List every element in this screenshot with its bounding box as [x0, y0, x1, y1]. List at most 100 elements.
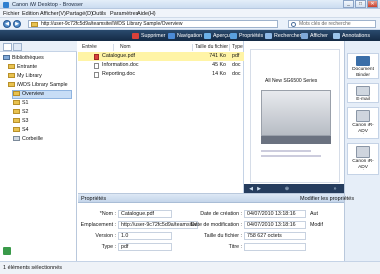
tree-item-label: S3: [22, 118, 29, 124]
forward-button[interactable]: ▶: [13, 20, 21, 28]
minimize-button[interactable]: _: [343, 0, 354, 8]
email-button[interactable]: E-mail: [347, 83, 379, 103]
printer-button-2[interactable]: Canon iR-ADV C3025/3025...: [347, 143, 379, 175]
printer-image: [261, 90, 331, 136]
column-name[interactable]: Nom: [118, 44, 193, 51]
delete-button[interactable]: Supprimer: [132, 32, 165, 40]
envelope-icon: [356, 86, 370, 96]
properties-button[interactable]: Propriétés: [230, 32, 263, 40]
tree-item-s2[interactable]: S2: [13, 109, 28, 115]
tree-item-my-library[interactable]: My Library: [8, 73, 42, 79]
view-icon: [301, 32, 308, 39]
annotations-button[interactable]: Annotations: [333, 32, 370, 40]
maximize-button[interactable]: □: [355, 0, 366, 8]
file-row[interactable]: Information.doc 45 Ko doc: [78, 61, 244, 70]
search-label: Rechercher: [274, 32, 302, 39]
file-name: Catalogue.pdf: [102, 53, 135, 59]
document-preview[interactable]: All New SG6500 Series: [250, 49, 340, 183]
file-name: Information.doc: [102, 62, 139, 68]
menu-partage[interactable]: Partagé(D): [66, 11, 93, 17]
folder-icon: [13, 91, 20, 96]
back-button[interactable]: ◀: [3, 20, 11, 28]
tree-item-entrante[interactable]: Entrante: [8, 64, 37, 70]
tree-item-s4[interactable]: S4: [13, 127, 28, 133]
file-size: 45 Ko: [212, 62, 226, 68]
tab-favorites[interactable]: [13, 43, 22, 51]
menu-aide[interactable]: Aide(H): [137, 11, 156, 17]
recycle-bin-icon: [13, 136, 20, 141]
menu-fichier[interactable]: Fichier: [3, 11, 20, 17]
type-field: pdf: [118, 243, 172, 251]
author-label: Aut: [310, 211, 318, 217]
title-label: Titre :: [228, 244, 242, 250]
size-label: Taille du fichier :: [204, 233, 242, 239]
file-row[interactable]: Catalogue.pdf 741 Ko pdf: [78, 52, 244, 61]
folder-icon: [8, 82, 15, 87]
navigation-button[interactable]: Navigation: [168, 32, 202, 40]
tree-item-label: S2: [22, 109, 29, 115]
search-button[interactable]: Rechercher: [265, 32, 301, 40]
navigation-tabs: [0, 41, 77, 52]
menu-parametres[interactable]: Paramètres: [110, 11, 138, 17]
preview-text-line: [261, 150, 311, 152]
created-field: 04/07/2010 13:18:16: [244, 210, 306, 218]
preview-icon: [204, 32, 211, 39]
page-first-icon[interactable]: ◀: [248, 186, 254, 192]
document-binder-label: Document Binder: [352, 67, 374, 78]
address-field[interactable]: http://user-9c72fc5d9a/teamsite/iWDS Lib…: [28, 20, 278, 28]
address-path: http://user-9c72fc5d9a/teamsite/iWDS Lib…: [41, 21, 183, 27]
file-name: Reporting.doc: [102, 71, 135, 77]
properties-label: Propriétés: [239, 32, 264, 39]
name-field[interactable]: Catalogue.pdf: [118, 210, 172, 218]
printer-button-1[interactable]: Canon iR-ADV C3025/3025...: [347, 107, 379, 139]
title-bar: Canon iW Desktop - Browser _ □ ✕: [0, 0, 380, 9]
version-field: 1.0: [118, 232, 172, 240]
page-next-icon[interactable]: ▶: [256, 186, 262, 192]
navigation-label: Navigation: [177, 32, 203, 39]
tree-item-overview[interactable]: Overview: [12, 90, 72, 99]
window-title: Canon iW Desktop - Browser: [12, 1, 83, 8]
tree-item-iwds-library-sample[interactable]: iWDS Library Sample: [8, 82, 68, 88]
menu-outils[interactable]: Outils: [92, 11, 106, 17]
preview-pane: All New SG6500 Series ◀ ▶ ⊕ »: [244, 41, 344, 193]
zoom-icon[interactable]: ⊕: [284, 186, 290, 192]
document-binder-button[interactable]: Document Binder: [347, 53, 379, 79]
tree-item-s1[interactable]: S1: [13, 100, 28, 106]
version-label: Version :: [95, 233, 116, 239]
tree-item-label: S1: [22, 100, 29, 106]
tray-icon[interactable]: [3, 247, 11, 255]
location-field[interactable]: http://user-9c72fc5d9a/teamsite/iW: [118, 221, 198, 229]
close-button[interactable]: ✕: [367, 0, 378, 8]
status-text: 1 éléments sélectionnés: [3, 265, 63, 271]
tree-item-s3[interactable]: S3: [13, 118, 28, 124]
menu-edition[interactable]: Edition: [22, 11, 39, 17]
library-icon: [3, 55, 10, 60]
tree-item-label: S4: [22, 127, 29, 133]
menu-afficher[interactable]: Afficher(V): [40, 11, 66, 17]
tab-folders[interactable]: [3, 43, 12, 51]
modify-properties-button[interactable]: Modifier les propriétés: [300, 196, 354, 202]
menu-bar: Fichier Edition Afficher(V) Partagé(D) O…: [0, 9, 380, 18]
file-row[interactable]: Reporting.doc 14 Ko doc: [78, 70, 244, 79]
column-type[interactable]: Type: [230, 44, 244, 51]
search-input[interactable]: Mots clés de recherche: [288, 20, 376, 28]
column-entry[interactable]: Entrée: [80, 44, 114, 51]
view-button[interactable]: Afficher: [301, 32, 328, 40]
preview-button[interactable]: Aperçu: [204, 32, 230, 40]
column-size[interactable]: Taille du fichier: [193, 44, 230, 51]
title-field[interactable]: [244, 243, 306, 251]
app-icon: [3, 1, 9, 8]
navigation-pane: Bibliothèques Entrante My Library iWDS L…: [0, 41, 77, 261]
printer-icon: [356, 146, 370, 158]
printer-label: Canon iR-ADV C3025/3025...: [352, 159, 374, 170]
folder-icon: [13, 118, 20, 123]
output-pane: Document Binder E-mail Canon iR-ADV C302…: [344, 41, 380, 261]
name-label: *Nom :: [99, 211, 116, 217]
location-label: Emplacement :: [80, 222, 116, 228]
created-label: Date de création :: [200, 211, 242, 217]
file-type: doc: [232, 71, 241, 77]
folder-icon: [8, 64, 15, 69]
expand-icon[interactable]: »: [332, 186, 338, 192]
tree-item-corbeille[interactable]: Corbeille: [13, 136, 43, 142]
tree-root[interactable]: Bibliothèques: [3, 55, 44, 61]
